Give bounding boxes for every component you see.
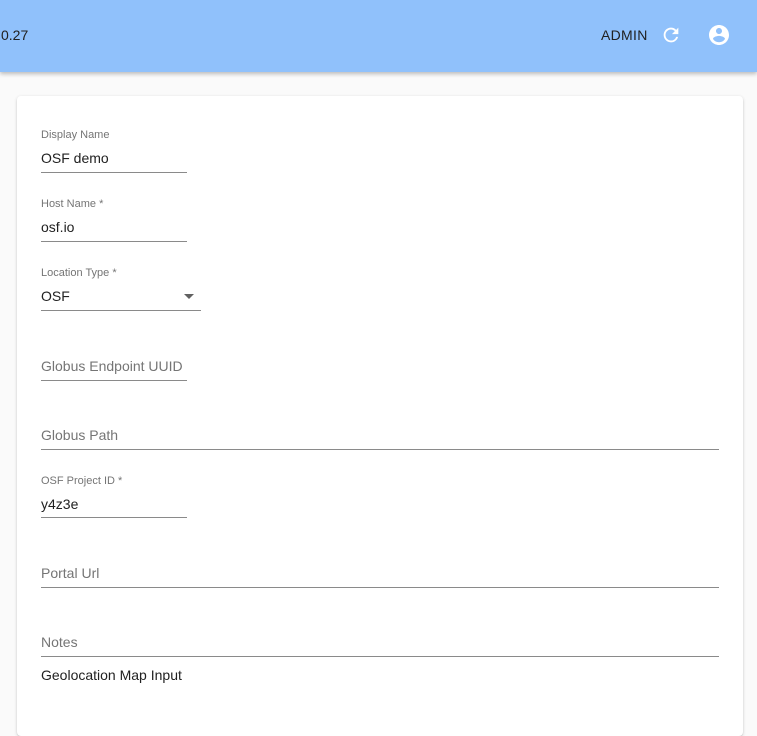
osf-project-id-underline <box>41 517 187 518</box>
display-name-underline <box>41 172 187 173</box>
portal-url-underline <box>41 587 719 588</box>
host-name-underline <box>41 241 187 242</box>
globus-endpoint-uuid-input[interactable]: Globus Endpoint UUID <box>41 358 183 374</box>
osf-project-id-label: OSF Project ID * <box>41 475 123 487</box>
display-name-label: Display Name <box>41 129 110 141</box>
notes-underline <box>41 656 719 657</box>
location-type-label: Location Type * <box>41 267 117 279</box>
display-name-input[interactable]: OSF demo <box>41 150 109 166</box>
location-type-underline <box>41 310 201 311</box>
account-circle-icon[interactable] <box>706 22 732 48</box>
app-version: 0.27 <box>1 27 29 43</box>
osf-project-id-input[interactable]: y4z3e <box>41 496 78 512</box>
globus-endpoint-uuid-underline <box>41 380 187 381</box>
geolocation-section-title: Geolocation Map Input <box>41 667 182 683</box>
location-form-card: Display Name OSF demo Host Name * osf.io… <box>17 96 743 736</box>
globus-path-underline <box>41 449 719 450</box>
portal-url-input[interactable]: Portal Url <box>41 565 99 581</box>
location-type-value[interactable]: OSF <box>41 288 70 304</box>
chevron-down-icon[interactable] <box>184 294 194 299</box>
notes-input[interactable]: Notes <box>41 634 78 650</box>
app-bar: 0.27 ADMIN <box>0 0 757 72</box>
globus-path-input[interactable]: Globus Path <box>41 427 118 443</box>
host-name-input[interactable]: osf.io <box>41 219 74 235</box>
host-name-label: Host Name * <box>41 198 104 210</box>
refresh-icon[interactable] <box>658 22 684 48</box>
user-menu-button[interactable]: ADMIN <box>601 27 648 43</box>
